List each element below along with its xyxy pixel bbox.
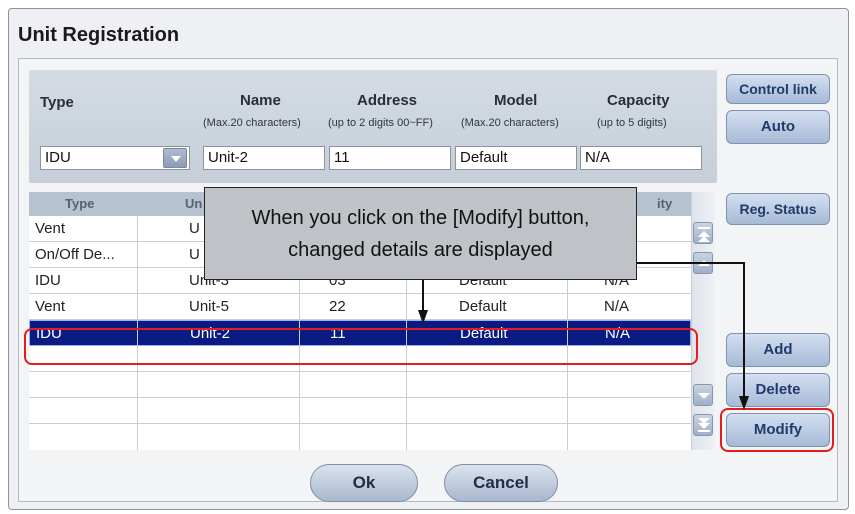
arrow-head-modify xyxy=(739,396,749,410)
arrow-to-modify xyxy=(637,262,745,400)
arrow-head-row xyxy=(418,310,428,324)
annotation-arrows xyxy=(418,262,749,410)
